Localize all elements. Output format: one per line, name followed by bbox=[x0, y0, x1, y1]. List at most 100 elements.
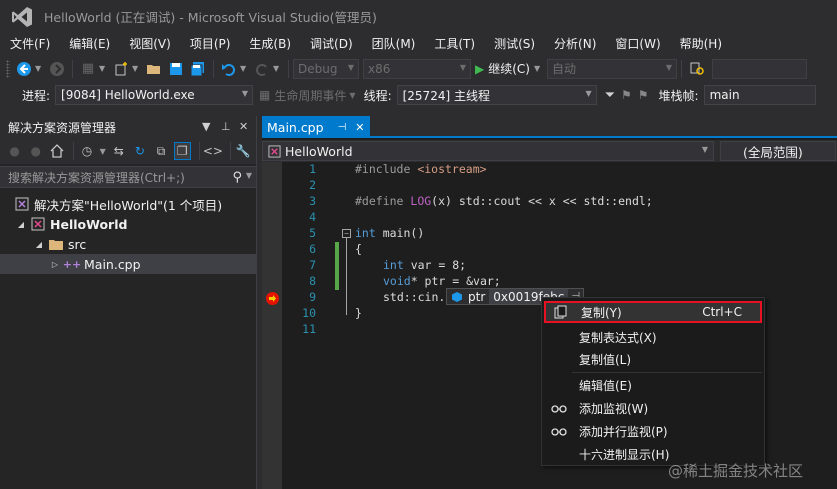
thread-combo[interactable]: [25724] 主线程 ▼ bbox=[396, 85, 597, 105]
member-scope-combo[interactable]: (全局范围) bbox=[720, 141, 836, 161]
menu-edit[interactable]: 编辑(E) bbox=[63, 35, 116, 52]
close-icon[interactable]: ✕ bbox=[239, 120, 248, 133]
open-folder-icon[interactable] bbox=[145, 60, 163, 78]
document-tab-strip: Main.cpp ⊣ ✕ bbox=[262, 116, 837, 138]
platform-value: x86 bbox=[368, 61, 391, 76]
code-text: int var = 8; bbox=[383, 258, 467, 272]
auto-combo[interactable]: 自动 ▼ bbox=[546, 58, 677, 79]
search-placeholder: 搜索解决方案资源管理器(Ctrl+;) bbox=[8, 170, 185, 185]
refresh-icon[interactable]: ↻ bbox=[131, 142, 148, 160]
expanded-triangle-icon[interactable]: ◢ bbox=[34, 240, 44, 249]
continue-dropdown-icon[interactable]: ▼ bbox=[534, 64, 542, 73]
undo-dropdown-icon[interactable]: ▼ bbox=[240, 64, 248, 73]
breakpoint-current-statement-icon[interactable] bbox=[266, 292, 279, 305]
close-tab-icon[interactable]: ✕ bbox=[355, 121, 364, 134]
menu-item-edit-value[interactable]: 编辑值(E) bbox=[544, 374, 762, 396]
toolbar-grip[interactable] bbox=[6, 59, 10, 78]
menu-file[interactable]: 文件(F) bbox=[4, 35, 56, 52]
redo-dropdown-icon[interactable]: ▼ bbox=[273, 64, 281, 73]
save-icon[interactable] bbox=[167, 60, 185, 78]
new-project-icon[interactable] bbox=[112, 60, 130, 78]
back-icon[interactable]: ● bbox=[6, 142, 23, 160]
pin-icon[interactable]: ⊥ bbox=[221, 120, 231, 133]
menu-tools[interactable]: 工具(T) bbox=[428, 35, 481, 52]
show-flagged-threads-icon[interactable]: ⚑ bbox=[638, 88, 649, 102]
dropdown-icon[interactable]: ▼ bbox=[100, 147, 108, 156]
line-number: 10 bbox=[302, 306, 316, 320]
collapsed-triangle-icon[interactable]: ▷ bbox=[50, 260, 60, 269]
thread-label: 线程: bbox=[363, 88, 392, 103]
tree-item-project[interactable]: ◢ HelloWorld bbox=[0, 214, 256, 234]
search-icon[interactable]: ⚲ bbox=[232, 170, 242, 185]
dropdown-icon[interactable]: ▼ bbox=[99, 64, 107, 73]
debug-location-bar: 进程: [9084] HelloWorld.exe ▼ ▦ 生命周期事件 ▼ 线… bbox=[0, 84, 837, 106]
menu-item-add-watch[interactable]: 添加监视(W) bbox=[544, 397, 762, 419]
collapse-region-icon[interactable]: − bbox=[342, 229, 351, 238]
continue-button[interactable]: 继续(C) bbox=[488, 60, 530, 77]
process-label: 进程: bbox=[22, 88, 51, 103]
visual-studio-logo-icon bbox=[12, 6, 32, 27]
menu-project[interactable]: 项目(P) bbox=[184, 35, 237, 52]
menu-team[interactable]: 团队(M) bbox=[366, 35, 422, 52]
code-text: #define LOG(x) std::cout << x << std::en… bbox=[355, 194, 653, 208]
menu-window[interactable]: 窗口(W) bbox=[609, 35, 666, 52]
tab-main-cpp[interactable]: Main.cpp ⊣ ✕ bbox=[262, 116, 370, 138]
menu-test[interactable]: 测试(S) bbox=[488, 35, 541, 52]
view-code-icon[interactable]: <> bbox=[203, 142, 223, 160]
stack-frame-value: main bbox=[709, 88, 740, 102]
solution-platform-combo[interactable]: x86 ▼ bbox=[363, 58, 471, 79]
menu-item-copy-expression[interactable]: 复制表达式(X) bbox=[544, 326, 762, 348]
process-combo[interactable]: [9084] HelloWorld.exe ▼ bbox=[55, 85, 254, 105]
lifecycle-events-button[interactable]: 生命周期事件 bbox=[274, 87, 346, 104]
chevron-down-icon: ▼ bbox=[347, 62, 354, 72]
lifecycle-events-icon[interactable]: ▦ bbox=[259, 88, 270, 102]
menu-debug[interactable]: 调试(D) bbox=[304, 35, 359, 52]
redo-icon[interactable] bbox=[253, 60, 271, 78]
tree-item-main-cpp[interactable]: ▷ ++ Main.cpp bbox=[0, 254, 256, 274]
undo-icon[interactable] bbox=[220, 60, 238, 78]
menu-view[interactable]: 视图(V) bbox=[123, 35, 177, 52]
solution-explorer-search[interactable]: 搜索解决方案资源管理器(Ctrl+;) ⚲ ▼ bbox=[0, 166, 256, 188]
line-number: 6 bbox=[309, 242, 316, 256]
menu-item-copy-value[interactable]: 复制值(L) bbox=[544, 348, 762, 370]
cpp-project-icon bbox=[266, 144, 282, 158]
pending-changes-icon[interactable]: ◷ bbox=[78, 142, 95, 160]
dropdown-icon[interactable]: ▼ bbox=[132, 64, 140, 73]
find-in-files-icon[interactable] bbox=[688, 60, 706, 78]
menu-item-add-parallel-watch[interactable]: 添加并行监视(P) bbox=[544, 420, 762, 442]
process-value: [9084] HelloWorld.exe bbox=[61, 88, 195, 102]
forward-icon[interactable] bbox=[48, 60, 66, 78]
search-options-dropdown-icon[interactable]: ▼ bbox=[246, 171, 252, 180]
solution-configuration-combo[interactable]: Debug ▼ bbox=[293, 58, 359, 79]
properties-icon[interactable]: 🔧 bbox=[235, 142, 252, 160]
find-combo[interactable] bbox=[711, 58, 807, 79]
play-icon[interactable]: ▶ bbox=[475, 62, 484, 76]
menu-help[interactable]: 帮助(H) bbox=[674, 35, 728, 52]
tree-item-folder-src[interactable]: ◢ src bbox=[0, 234, 256, 254]
sync-icon[interactable]: ⇆ bbox=[110, 142, 127, 160]
collapse-all-icon[interactable]: ⧉ bbox=[153, 142, 170, 160]
menu-item-copy[interactable]: 复制(Y) Ctrl+C bbox=[544, 301, 762, 323]
window-position-dropdown-icon[interactable]: ▼ bbox=[202, 120, 210, 133]
cpp-project-icon bbox=[30, 217, 46, 231]
filter-icon[interactable]: ⏷ bbox=[605, 88, 615, 103]
solution-icon bbox=[14, 197, 30, 211]
home-icon[interactable] bbox=[48, 142, 65, 160]
solution-configurations-icon[interactable]: ▦ bbox=[79, 60, 97, 78]
stack-frame-combo[interactable]: main bbox=[703, 85, 816, 105]
menu-build[interactable]: 生成(B) bbox=[243, 35, 297, 52]
pin-tab-icon[interactable]: ⊣ bbox=[338, 122, 347, 133]
flag-thread-icon[interactable]: ⚑ bbox=[621, 88, 632, 102]
back-icon[interactable] bbox=[15, 60, 33, 78]
forward-icon[interactable]: ● bbox=[27, 142, 44, 160]
show-all-files-icon[interactable]: ❐ bbox=[173, 142, 191, 160]
save-all-icon[interactable] bbox=[189, 60, 207, 78]
menu-analyze[interactable]: 分析(N) bbox=[548, 35, 602, 52]
back-dropdown-icon[interactable]: ▼ bbox=[35, 64, 43, 73]
menu-item-label: 复制表达式(X) bbox=[579, 330, 657, 345]
config-value: Debug bbox=[298, 61, 338, 76]
lifecycle-dropdown-icon[interactable]: ▼ bbox=[349, 91, 355, 100]
project-scope-combo[interactable]: HelloWorld ▼ bbox=[262, 141, 714, 161]
tree-item-solution[interactable]: 解决方案"HelloWorld"(1 个项目) bbox=[0, 194, 256, 214]
expanded-triangle-icon[interactable]: ◢ bbox=[16, 220, 26, 229]
